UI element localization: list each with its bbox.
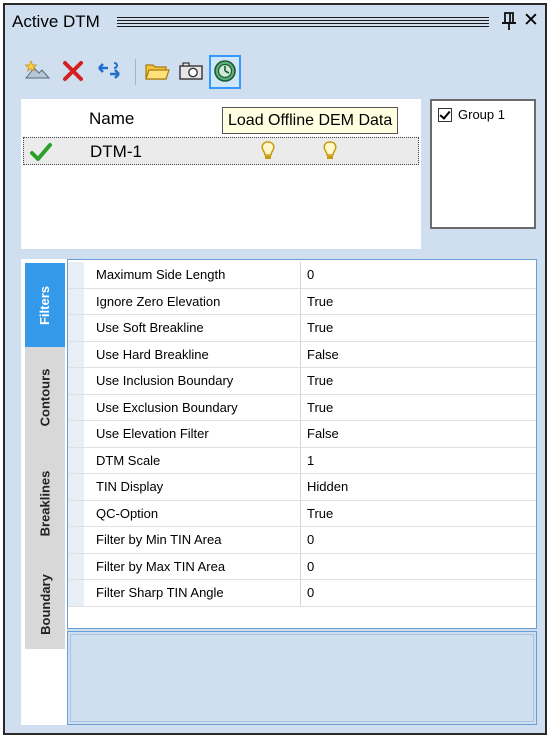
property-row[interactable]: Use Exclusion Boundary True (68, 394, 536, 421)
property-value[interactable]: Hidden (301, 474, 536, 501)
property-value[interactable]: True (301, 289, 536, 315)
delete-button[interactable] (57, 55, 89, 89)
property-value[interactable]: True (301, 315, 536, 342)
dtm-name: DTM-1 (90, 142, 142, 161)
camera-icon (178, 59, 204, 86)
camera-button[interactable] (175, 55, 207, 89)
property-row[interactable]: TIN Display Hidden (68, 474, 536, 501)
property-value[interactable]: 0 (301, 527, 536, 554)
pin-icon[interactable] (499, 10, 519, 32)
tab-boundary[interactable]: Boundary (25, 559, 65, 649)
property-key: Ignore Zero Elevation (84, 288, 301, 315)
property-key: TIN Display (84, 474, 301, 501)
title-bar[interactable]: Active DTM ✕ (5, 5, 545, 39)
close-button[interactable]: ✕ (521, 10, 541, 32)
refresh-button[interactable] (93, 55, 125, 89)
toolbar-separator (135, 59, 136, 85)
property-row[interactable]: Filter by Min TIN Area 0 (68, 527, 536, 554)
panel-title: Active DTM (12, 12, 100, 31)
property-key: Use Soft Breakline (84, 315, 301, 342)
lightbulb-icon[interactable] (322, 141, 338, 164)
tab-boundary-label: Boundary (37, 573, 53, 635)
lightbulb-icon[interactable] (260, 141, 276, 164)
dtm-row[interactable]: DTM-1 (23, 137, 419, 165)
property-value[interactable]: 0 (301, 262, 536, 289)
property-key: Filter by Max TIN Area (84, 553, 301, 580)
new-dtm-button[interactable] (21, 55, 53, 89)
property-value[interactable]: True (301, 368, 536, 395)
property-value[interactable]: False (301, 342, 536, 368)
property-row[interactable]: Ignore Zero Elevation True (68, 288, 536, 315)
active-dtm-panel: Active DTM ✕ Name DTM-1 Group 1 Load Off… (3, 3, 547, 735)
tab-breaklines[interactable]: Breaklines (25, 447, 65, 559)
property-value[interactable]: 0 (301, 554, 536, 580)
name-column-header[interactable]: Name (89, 109, 134, 129)
open-folder-button[interactable] (141, 55, 173, 89)
group-list: Group 1 (430, 99, 536, 229)
property-row[interactable]: DTM Scale 1 (68, 447, 536, 474)
property-row[interactable]: Filter by Max TIN Area 0 (68, 553, 536, 580)
group-label: Group 1 (458, 107, 505, 122)
property-value[interactable]: True (301, 395, 536, 421)
property-row[interactable]: Maximum Side Length 0 (68, 262, 536, 289)
description-pane (67, 631, 537, 725)
open-folder-icon (144, 59, 170, 86)
property-value[interactable]: False (301, 421, 536, 448)
new-dtm-icon (24, 58, 51, 87)
property-row[interactable]: Use Hard Breakline False (68, 341, 536, 368)
property-key: Filter by Min TIN Area (84, 527, 301, 554)
load-offline-dem-button[interactable] (209, 55, 241, 89)
settings-area: Filters Contours Breaklines Boundary Max… (21, 259, 537, 725)
tab-contours[interactable]: Contours (25, 347, 65, 447)
tab-contours-label: Contours (37, 368, 53, 426)
property-key: Filter Sharp TIN Angle (84, 580, 301, 607)
refresh-icon (96, 59, 122, 86)
drag-grip[interactable] (117, 17, 489, 28)
property-key: Use Hard Breakline (84, 341, 301, 368)
delete-icon (61, 59, 85, 86)
property-key: Use Elevation Filter (84, 421, 301, 448)
property-key: DTM Scale (84, 447, 301, 474)
property-row[interactable]: Use Inclusion Boundary True (68, 368, 536, 395)
property-row[interactable]: Use Elevation Filter False (68, 421, 536, 448)
property-value[interactable]: True (301, 501, 536, 527)
tab-filters[interactable]: Filters (25, 263, 65, 347)
property-key: Use Inclusion Boundary (84, 368, 301, 395)
tab-breaklines-label: Breaklines (37, 470, 53, 536)
property-row[interactable]: Filter Sharp TIN Angle 0 (68, 580, 536, 607)
description-inner (70, 634, 534, 722)
property-key: Maximum Side Length (84, 262, 301, 289)
property-value[interactable]: 1 (301, 448, 536, 474)
group-checkbox[interactable] (438, 107, 452, 122)
property-key: QC-Option (84, 500, 301, 527)
toolbar (21, 55, 261, 89)
property-value[interactable]: 0 (301, 580, 536, 607)
property-row[interactable]: QC-Option True (68, 500, 536, 527)
side-tab-strip: Filters Contours Breaklines Boundary (21, 259, 67, 725)
active-check-icon[interactable] (30, 142, 52, 165)
group-item[interactable]: Group 1 (438, 107, 505, 122)
property-grid: Maximum Side Length 0 Ignore Zero Elevati… (67, 259, 537, 629)
tooltip: Load Offline DEM Data (222, 107, 399, 134)
property-row[interactable]: Use Soft Breakline True (68, 315, 536, 342)
tab-filters-label: Filters (37, 285, 53, 325)
globe-icon (212, 58, 238, 87)
property-key: Use Exclusion Boundary (84, 394, 301, 421)
